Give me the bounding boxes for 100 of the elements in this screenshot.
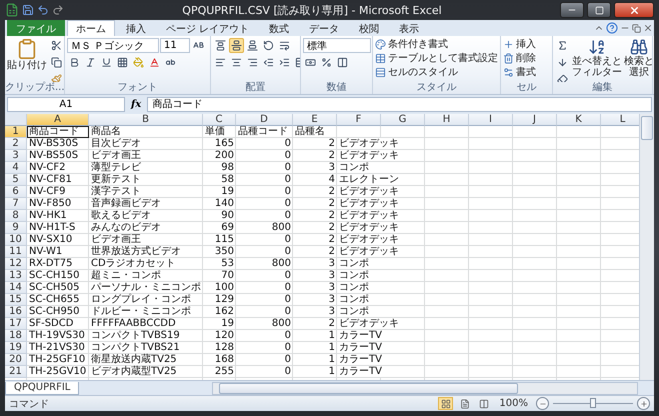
save-icon[interactable] — [22, 4, 34, 16]
insert-function-button[interactable]: fx — [129, 99, 144, 110]
sort-icon — [588, 38, 606, 56]
row-header[interactable]: 2 — [5, 138, 27, 150]
delete-button[interactable]: 削除 — [503, 52, 536, 65]
row-header[interactable]: 14 — [5, 282, 27, 294]
underline-icon — [101, 57, 112, 68]
column-header[interactable]: I — [469, 114, 513, 126]
ribbon-tab[interactable]: 校閲 — [350, 20, 388, 36]
row-header[interactable]: 10 — [5, 234, 27, 246]
font-color-icon — [149, 57, 160, 68]
font-size-field[interactable]: 11 — [160, 38, 190, 53]
format-table-button[interactable]: テーブルとして書式設定 — [375, 52, 498, 65]
cell-styles-button[interactable]: セルのスタイル — [375, 66, 498, 79]
column-header[interactable]: C — [203, 114, 236, 126]
font-name-field[interactable]: ＭＳ Ｐゴシック — [67, 38, 159, 53]
group-label: 配置 — [244, 82, 266, 94]
rotate-button[interactable] — [261, 38, 276, 53]
copy-button[interactable] — [49, 55, 64, 70]
row-header[interactable]: 20 — [5, 354, 27, 366]
ribbon-tab[interactable]: 表示 — [390, 20, 428, 36]
paste-button[interactable]: 貼り付け — [7, 38, 47, 71]
ribbon-tab[interactable]: 挿入 — [117, 20, 155, 36]
row-header[interactable]: 21 — [5, 366, 27, 378]
row-header[interactable]: 12 — [5, 258, 27, 270]
row-header[interactable]: 17 — [5, 318, 27, 330]
sort-filter-button[interactable]: 並べ替えとフィルター — [572, 38, 622, 78]
row-header[interactable]: 7 — [5, 198, 27, 210]
row-header[interactable]: 15 — [5, 294, 27, 306]
redo-icon[interactable] — [52, 4, 64, 16]
column-header[interactable]: G — [381, 114, 425, 126]
scroll-thumb[interactable] — [219, 382, 518, 394]
percent-icon — [321, 57, 332, 68]
row-header[interactable]: 6 — [5, 186, 27, 198]
italic-icon — [85, 57, 96, 68]
insert-button[interactable]: 挿入 — [503, 38, 536, 51]
wrap-text-icon — [279, 40, 290, 51]
top-align-button[interactable] — [213, 38, 228, 53]
format-button[interactable]: 書式 — [503, 66, 536, 79]
ribbon-tab[interactable]: ホーム — [67, 20, 115, 36]
zoom-out-button[interactable] — [536, 397, 549, 410]
row-header[interactable]: 19 — [5, 342, 27, 354]
bold-icon — [69, 57, 80, 68]
rotate-icon — [263, 40, 274, 51]
file-tab[interactable]: ファイル — [7, 20, 65, 36]
find-select-button[interactable]: 検索と選択 — [624, 38, 652, 78]
center-align-icon — [231, 57, 242, 68]
row-header[interactable]: 11 — [5, 246, 27, 258]
rows-icon — [375, 67, 386, 78]
column-header[interactable]: J — [513, 114, 557, 126]
scroll-thumb[interactable] — [641, 116, 653, 140]
row-header[interactable]: 1 — [5, 126, 27, 138]
maximize-button[interactable] — [587, 2, 611, 18]
row-header[interactable]: 8 — [5, 210, 27, 222]
column-header[interactable]: L — [601, 114, 639, 126]
outdent-icon — [263, 57, 274, 68]
group-label: 数値 — [326, 82, 348, 94]
conditional-format-button[interactable]: 条件付き書式 — [375, 38, 498, 51]
ribbon-tab[interactable]: データ — [300, 20, 348, 36]
undo-icon[interactable] — [37, 4, 49, 16]
sheet-tab[interactable]: QPQUPRFIL — [5, 382, 80, 394]
formula-field[interactable]: 商品コード — [147, 97, 652, 112]
ribbon-tab[interactable]: 数式 — [260, 20, 298, 36]
scissors-icon — [51, 40, 62, 51]
zoom-slider-thumb[interactable] — [590, 398, 596, 408]
column-header[interactable]: H — [425, 114, 469, 126]
bottom-align-button[interactable] — [245, 38, 260, 53]
window-title: QPQUPRFIL.CSV [読み取り専用] - Microsoft Excel — [181, 2, 443, 18]
settings-icon — [503, 67, 514, 78]
close-button[interactable] — [614, 2, 654, 18]
row-header[interactable]: 18 — [5, 330, 27, 342]
row-header[interactable]: 9 — [5, 222, 27, 234]
zoom-in-button[interactable] — [637, 397, 650, 410]
middle-align-button[interactable] — [229, 38, 244, 53]
row-header[interactable]: 5 — [5, 174, 27, 186]
minimize-button[interactable] — [560, 2, 584, 18]
row-header[interactable]: 3 — [5, 150, 27, 162]
column-header[interactable]: A — [27, 114, 89, 126]
plus-icon — [640, 400, 648, 408]
bottom-align-icon — [247, 40, 258, 51]
column-header[interactable]: D — [236, 114, 293, 126]
grow-font-icon — [193, 40, 204, 51]
plus-icon — [503, 39, 514, 50]
row-header[interactable]: 13 — [5, 270, 27, 282]
brush-icon — [51, 74, 62, 82]
number-format-field[interactable]: 標準 — [303, 38, 371, 53]
normal-view-icon — [440, 398, 451, 408]
column-header[interactable]: B — [89, 114, 203, 126]
ribbon-tab[interactable]: ページ レイアウト — [157, 20, 258, 36]
table-icon — [375, 53, 386, 64]
column-header[interactable]: K — [557, 114, 601, 126]
row-header[interactable]: 4 — [5, 162, 27, 174]
border-button[interactable] — [115, 55, 130, 70]
help-icon[interactable] — [605, 20, 619, 36]
maximize-icon — [594, 6, 604, 14]
row-header[interactable]: 16 — [5, 306, 27, 318]
column-header[interactable]: E — [293, 114, 337, 126]
name-box[interactable]: A1 — [7, 97, 125, 112]
normal-view-button[interactable] — [438, 397, 454, 410]
column-header[interactable]: F — [337, 114, 381, 126]
